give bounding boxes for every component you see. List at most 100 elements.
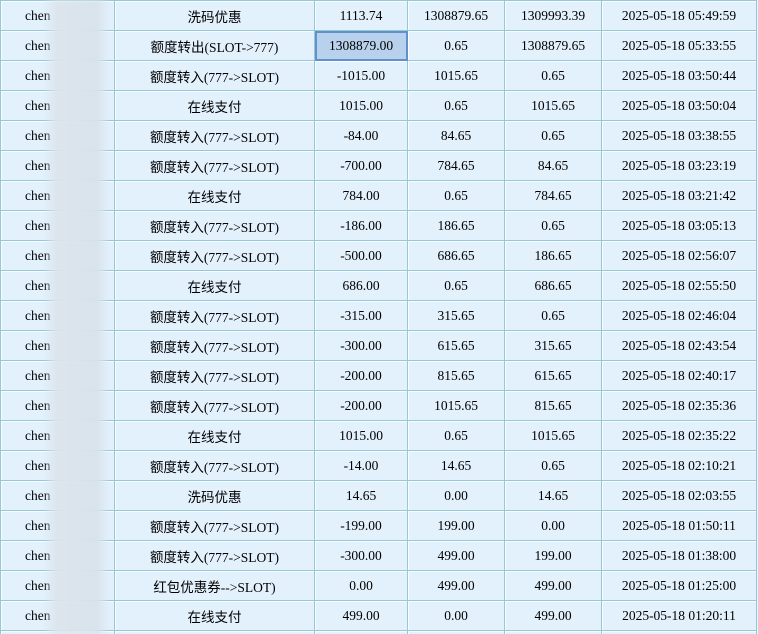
cell-after: 0.65 [504,300,602,331]
cell-time: 2025-05-18 01:38:00 [601,540,757,571]
cell-type: 额度转入(777->SLOT) [114,330,315,361]
cell-before: 0.65 [407,420,505,451]
cell-after: 0.65 [504,450,602,481]
table-row: chen 在线支付 686.00 0.65 686.65 2025-05-18 02:55… [0,270,757,301]
table-row: chen 在线支付 1015.00 0.65 1015.65 2025-05-18 02:… [0,420,757,451]
transactions-table-body: chen 洗码优惠 1113.74 1308879.65 1309993.39 2025-… [0,0,757,634]
cell-time: 2025-05-18 03:05:13 [601,210,757,241]
cell-before: 1015.65 [407,60,505,91]
cell-time: 2025-05-18 03:21:42 [601,180,757,211]
selected-cell-amount[interactable]: 1308879.00 [314,30,408,61]
cell-type: 额度转出(SLOT->777) [114,30,315,61]
table-row: chen 在线支付 1015.00 0.65 1015.65 2025-05-18 03:… [0,90,757,121]
cell-after: 84.65 [504,150,602,181]
cell-time: 2025-05-18 01:50:11 [601,510,757,541]
table-row: chen 洗码优惠 1113.74 1308879.65 1309993.39 2025-… [0,0,757,31]
cell-user: chen [0,270,115,301]
cell-user: chen [0,120,115,151]
cell-type: 额度转入(777->SLOT) [114,360,315,391]
cell-after: 686.65 [504,270,602,301]
cell-amount: 784.00 [314,180,408,211]
cell-type: 在线支付 [114,600,315,631]
cell-time: 2025-05-18 02:10:21 [601,450,757,481]
cell-after: 1015.65 [504,420,602,451]
cell-after: 815.65 [504,390,602,421]
cell-user: chen [0,390,115,421]
table-row: chen 额度转入(777->SLOT) -1015.00 1015.65 0.65 20… [0,60,757,91]
transactions-report-screen: chen 洗码优惠 1113.74 1308879.65 1309993.39 2025-… [0,0,758,634]
cell-amount: -300.00 [314,330,408,361]
cell-empty [504,630,602,634]
cell-after: 186.65 [504,240,602,271]
cell-after: 315.65 [504,330,602,361]
cell-user: chen [0,240,115,271]
cell-before: 686.65 [407,240,505,271]
cell-before: 499.00 [407,570,505,601]
cell-amount: -200.00 [314,390,408,421]
cell-time: 2025-05-18 02:03:55 [601,480,757,511]
cell-type: 红包优惠券-->SLOT) [114,570,315,601]
cell-user: chen [0,450,115,481]
cell-before: 0.65 [407,90,505,121]
cell-type: 洗码优惠 [114,0,315,31]
cell-type: 额度转入(777->SLOT) [114,390,315,421]
cell-type: 在线支付 [114,270,315,301]
cell-amount: -1015.00 [314,60,408,91]
cell-empty [114,630,315,634]
cell-amount: 1113.74 [314,0,408,31]
transactions-table: chen 洗码优惠 1113.74 1308879.65 1309993.39 2025-… [0,0,757,634]
cell-after: 784.65 [504,180,602,211]
cell-before: 315.65 [407,300,505,331]
cell-after: 615.65 [504,360,602,391]
cell-type: 额度转入(777->SLOT) [114,240,315,271]
cell-before: 0.65 [407,180,505,211]
cell-user: chen [0,420,115,451]
table-row: chen 额度转入(777->SLOT) -500.00 686.65 186.65 20… [0,240,757,271]
cell-amount: -700.00 [314,150,408,181]
cell-time: 2025-05-18 03:38:55 [601,120,757,151]
cell-before: 186.65 [407,210,505,241]
table-row: chen 额度转入(777->SLOT) -700.00 784.65 84.65 202… [0,150,757,181]
table-row: chen 额度转入(777->SLOT) -300.00 615.65 315.65 20… [0,330,757,361]
cell-empty [314,630,408,634]
cell-before: 0.65 [407,270,505,301]
cell-user: chen [0,90,115,121]
table-row: chen 额度转出(SLOT->777) 1308879.00 0.65 1308879… [0,30,757,61]
cell-before: 784.65 [407,150,505,181]
cell-type: 额度转入(777->SLOT) [114,60,315,91]
cell-user: chen [0,210,115,241]
cell-amount: -84.00 [314,120,408,151]
cell-type: 额度转入(777->SLOT) [114,150,315,181]
cell-user: chen [0,570,115,601]
cell-after: 1015.65 [504,90,602,121]
cell-user: chen [0,360,115,391]
cell-type: 额度转入(777->SLOT) [114,300,315,331]
cell-amount: -199.00 [314,510,408,541]
cell-type: 额度转入(777->SLOT) [114,450,315,481]
cell-user: chen [0,540,115,571]
cell-time: 2025-05-18 03:50:44 [601,60,757,91]
cell-time: 2025-05-18 02:35:36 [601,390,757,421]
cell-amount: -315.00 [314,300,408,331]
cell-amount: 1015.00 [314,420,408,451]
cell-before: 199.00 [407,510,505,541]
cell-empty [601,630,757,634]
cell-user: chen [0,600,115,631]
table-row: chen 红包优惠券-->SLOT) 0.00 499.00 499.00 2025-05… [0,570,757,601]
cell-before: 1015.65 [407,390,505,421]
table-row: chen 额度转入(777->SLOT) -199.00 199.00 0.00 2025… [0,510,757,541]
cell-after: 0.65 [504,210,602,241]
cell-time: 2025-05-18 01:20:11 [601,600,757,631]
cell-type: 洗码优惠 [114,480,315,511]
cell-user: chen [0,180,115,211]
table-row-partial [0,630,757,634]
cell-time: 2025-05-18 02:46:04 [601,300,757,331]
cell-amount: 0.00 [314,570,408,601]
cell-type: 额度转入(777->SLOT) [114,120,315,151]
cell-user: chen [0,480,115,511]
cell-after: 499.00 [504,600,602,631]
table-row: chen 在线支付 499.00 0.00 499.00 2025-05-18 01:20… [0,600,757,631]
cell-type: 额度转入(777->SLOT) [114,510,315,541]
cell-amount: -200.00 [314,360,408,391]
cell-after: 14.65 [504,480,602,511]
